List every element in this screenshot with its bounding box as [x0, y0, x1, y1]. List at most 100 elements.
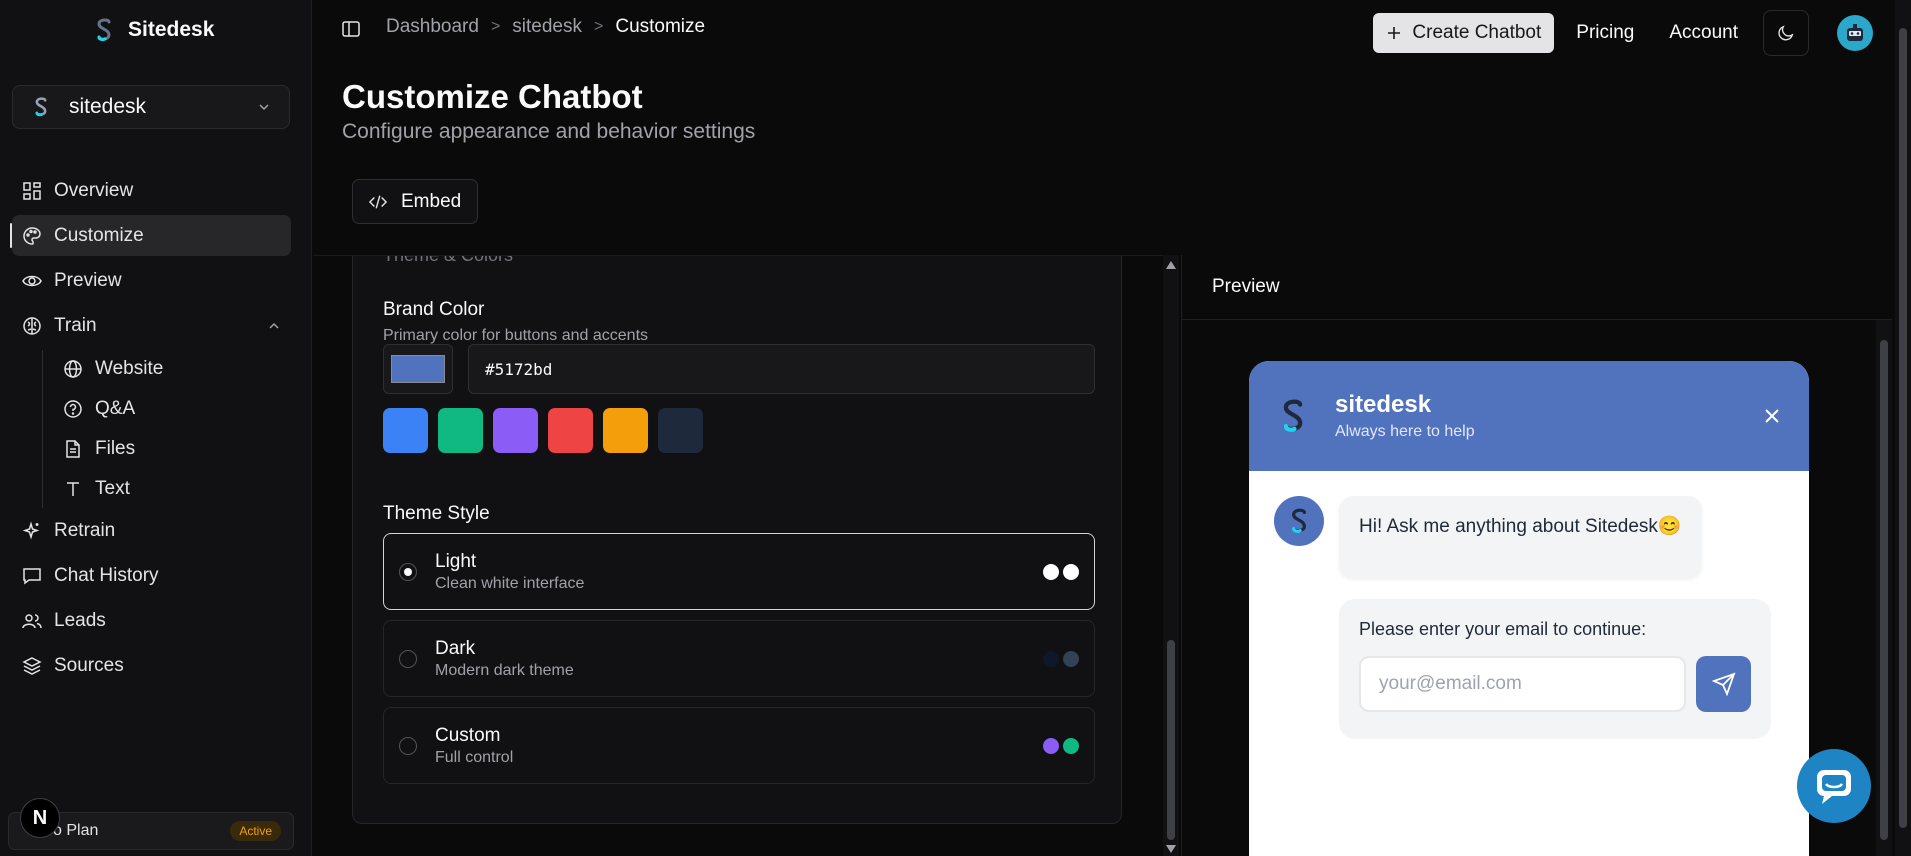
sidebar-item-label: Text	[95, 478, 130, 499]
file-icon	[66, 440, 80, 458]
page-scrollbar[interactable]	[1895, 0, 1911, 856]
preset-orange[interactable]	[603, 408, 648, 453]
hex-color-input[interactable]: #5172bd	[468, 344, 1095, 394]
scrollbar-thumb[interactable]	[1167, 640, 1175, 840]
color-presets	[383, 408, 703, 453]
dev-tools-badge[interactable]: N	[20, 798, 60, 838]
robot-avatar-icon	[1847, 24, 1863, 41]
brain-icon	[23, 316, 41, 335]
theme-option-desc: Modern dark theme	[435, 661, 574, 679]
settings-scrollbar[interactable]	[1163, 255, 1179, 856]
preview-scrollbar[interactable]	[1876, 320, 1892, 856]
sidebar-toggle-icon[interactable]	[341, 19, 361, 39]
chevron-right-icon: >	[594, 18, 604, 35]
send-icon	[1711, 672, 1735, 696]
breadcrumb-current: Customize	[615, 16, 706, 37]
preset-slate[interactable]	[658, 408, 703, 453]
email-input[interactable]: your@email.com	[1359, 656, 1686, 712]
sidebar-item-preview[interactable]: Preview	[12, 260, 291, 301]
scroll-up-arrow[interactable]	[1166, 261, 1176, 269]
radio-dark[interactable]	[399, 649, 417, 668]
email-capture-card: Please enter your email to continue: you…	[1339, 599, 1771, 739]
preset-green[interactable]	[438, 408, 483, 453]
sidebar-item-leads[interactable]: Leads	[12, 600, 291, 641]
chat-launcher-button[interactable]	[1797, 749, 1871, 823]
sidebar-item-label: Leads	[54, 609, 106, 631]
theme-style-label: Theme Style	[383, 503, 490, 524]
scroll-down-arrow[interactable]	[1166, 845, 1176, 853]
grid-icon	[23, 181, 41, 200]
breadcrumb: Dashboard > sitedesk > Customize	[386, 16, 705, 38]
create-chatbot-label: Create Chatbot	[1412, 22, 1542, 43]
bot-name: sitedesk	[1335, 391, 1432, 418]
sidebar-item-label: Customize	[54, 224, 144, 246]
close-icon[interactable]	[1761, 405, 1783, 427]
preset-red[interactable]	[548, 408, 593, 453]
sidebar-item-label: Overview	[54, 179, 134, 201]
bot-avatar	[1274, 496, 1324, 546]
theme-option-light[interactable]: Light Clean white interface	[383, 533, 1095, 610]
pricing-link[interactable]: Pricing	[1576, 22, 1634, 44]
preset-blue[interactable]	[383, 408, 428, 453]
app-name: Sitedesk	[128, 18, 215, 41]
embed-button[interactable]: Embed	[352, 179, 479, 224]
radio-custom[interactable]	[399, 736, 417, 755]
create-chatbot-button[interactable]: Create Chatbot	[1373, 13, 1555, 53]
theme-option-dark[interactable]: Dark Modern dark theme	[383, 620, 1095, 697]
radio-light[interactable]	[399, 562, 417, 581]
workspace-select[interactable]: sitedesk	[12, 85, 290, 129]
scrollbar-thumb[interactable]	[1899, 28, 1907, 828]
sidebar-item-text[interactable]: Text	[53, 470, 291, 508]
preset-purple[interactable]	[493, 408, 538, 453]
sidebar-item-label: Files	[95, 438, 136, 459]
sidebar-item-customize[interactable]: Customize	[10, 215, 291, 256]
send-button[interactable]	[1696, 656, 1751, 712]
brand-color-label: Brand Color	[383, 299, 485, 320]
page-subtitle: Configure appearance and behavior settin…	[342, 120, 756, 143]
theme-option-title: Dark	[435, 637, 476, 659]
sidebar-item-label: Website	[95, 358, 164, 379]
chevron-down-icon	[259, 104, 269, 111]
breadcrumb-sitedesk[interactable]: sitedesk	[512, 16, 582, 38]
sidebar-item-chat-history[interactable]: Chat History	[12, 555, 291, 596]
sparkles-icon	[22, 520, 40, 540]
sidebar-item-website[interactable]: Website	[53, 350, 291, 388]
sidebar-item-sources[interactable]: Sources	[12, 645, 291, 686]
workspace-name: sitedesk	[69, 95, 147, 118]
logo-icon	[97, 18, 111, 42]
chat-bubble-icon	[1817, 770, 1851, 804]
color-picker[interactable]	[383, 344, 453, 394]
theme-option-custom[interactable]: Custom Full control	[383, 707, 1095, 784]
theme-color-dots	[1043, 563, 1079, 580]
scrollbar-thumb[interactable]	[1880, 340, 1888, 840]
train-submenu: Website Q&A Files Text	[42, 350, 291, 508]
email-prompt: Please enter your email to continue:	[1359, 619, 1647, 639]
brand[interactable]: Sitedesk	[92, 14, 214, 46]
color-dot	[1043, 650, 1059, 667]
theme-colors-card: Theme & Colors Brand Color Primary color…	[352, 256, 1122, 824]
avatar[interactable]	[1837, 15, 1873, 51]
app-root: Sitedesk sitedesk Overview Customize Pre…	[0, 0, 1911, 856]
sidebar-item-overview[interactable]: Overview	[12, 170, 291, 211]
breadcrumb-dashboard[interactable]: Dashboard	[386, 16, 479, 38]
top-actions: Create Chatbot Pricing Account	[1373, 10, 1873, 56]
color-dot	[1063, 563, 1079, 580]
theme-color-dots	[1043, 737, 1079, 754]
account-link[interactable]: Account	[1669, 22, 1738, 44]
page-title: Customize Chatbot	[342, 78, 643, 115]
chat-widget-preview: sitedesk Always here to help Hi! Ask me …	[1249, 361, 1809, 856]
sidebar-item-qa[interactable]: Q&A	[53, 390, 291, 428]
theme-toggle-button[interactable]	[1763, 10, 1809, 56]
layers-icon	[22, 656, 42, 675]
eye-icon	[22, 275, 42, 286]
palette-icon	[23, 226, 41, 245]
sidebar-item-retrain[interactable]: Retrain	[12, 510, 291, 551]
bot-logo-icon	[1292, 508, 1306, 533]
plan-label: o Plan	[53, 822, 99, 839]
sidebar-item-files[interactable]: Files	[53, 430, 291, 468]
theme-option-desc: Full control	[435, 748, 514, 766]
chevron-right-icon: >	[490, 18, 501, 35]
bot-greeting-message: Hi! Ask me anything about Sitedesk😊	[1339, 496, 1702, 578]
sidebar-item-train[interactable]: Train	[12, 305, 291, 346]
globe-icon	[64, 360, 82, 378]
